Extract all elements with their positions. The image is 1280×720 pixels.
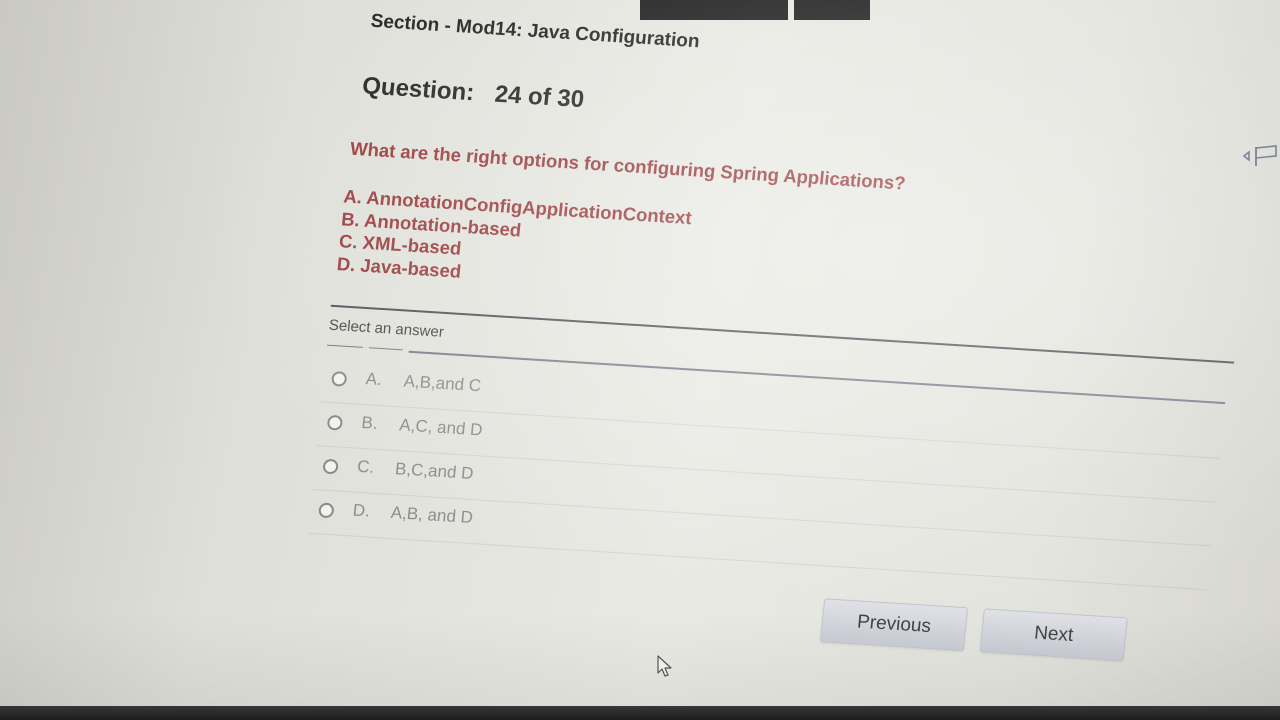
toolbar-tab[interactable]: [640, 0, 788, 20]
monitor-bezel: [0, 706, 1280, 720]
question-options-list: A. AnnotationConfigApplicationContext B.…: [336, 185, 693, 297]
answer-prompt: Select an answer: [328, 316, 445, 341]
radio-button-icon[interactable]: [330, 370, 348, 387]
question-text: What are the right options for configuri…: [349, 137, 907, 194]
radio-button-icon[interactable]: [318, 502, 335, 519]
question-panel: Section - Mod14: Java Configuration Ques…: [299, 8, 1268, 683]
question-header: Question: 24 of 30: [361, 72, 585, 114]
navigation-bar: Previous Next: [819, 598, 1143, 668]
mouse-pointer-icon: [657, 655, 672, 677]
divider-dashes: [326, 344, 407, 352]
answer-letter: A.: [364, 369, 383, 390]
radio-button-icon[interactable]: [322, 458, 339, 475]
answer-letter: D.: [352, 500, 371, 521]
answer-text: B,C,and D: [394, 459, 475, 484]
top-toolbar: [640, 0, 870, 20]
answer-text: A,C, and D: [398, 415, 484, 440]
answer-letter: C.: [356, 456, 376, 477]
answer-text: A,B, and D: [389, 502, 474, 528]
question-label: Question:: [361, 72, 476, 107]
question-counter: 24 of 30: [493, 80, 586, 114]
previous-button[interactable]: Previous: [819, 598, 969, 652]
radio-button-icon[interactable]: [326, 414, 344, 431]
answer-text: A,B,and C: [402, 371, 483, 396]
answer-letter: B.: [360, 412, 379, 433]
next-button[interactable]: Next: [979, 608, 1128, 662]
toolbar-tab[interactable]: [794, 0, 870, 20]
exam-screen: Section - Mod14: Java Configuration Ques…: [0, 0, 1280, 720]
flag-icon[interactable]: [1242, 144, 1278, 168]
